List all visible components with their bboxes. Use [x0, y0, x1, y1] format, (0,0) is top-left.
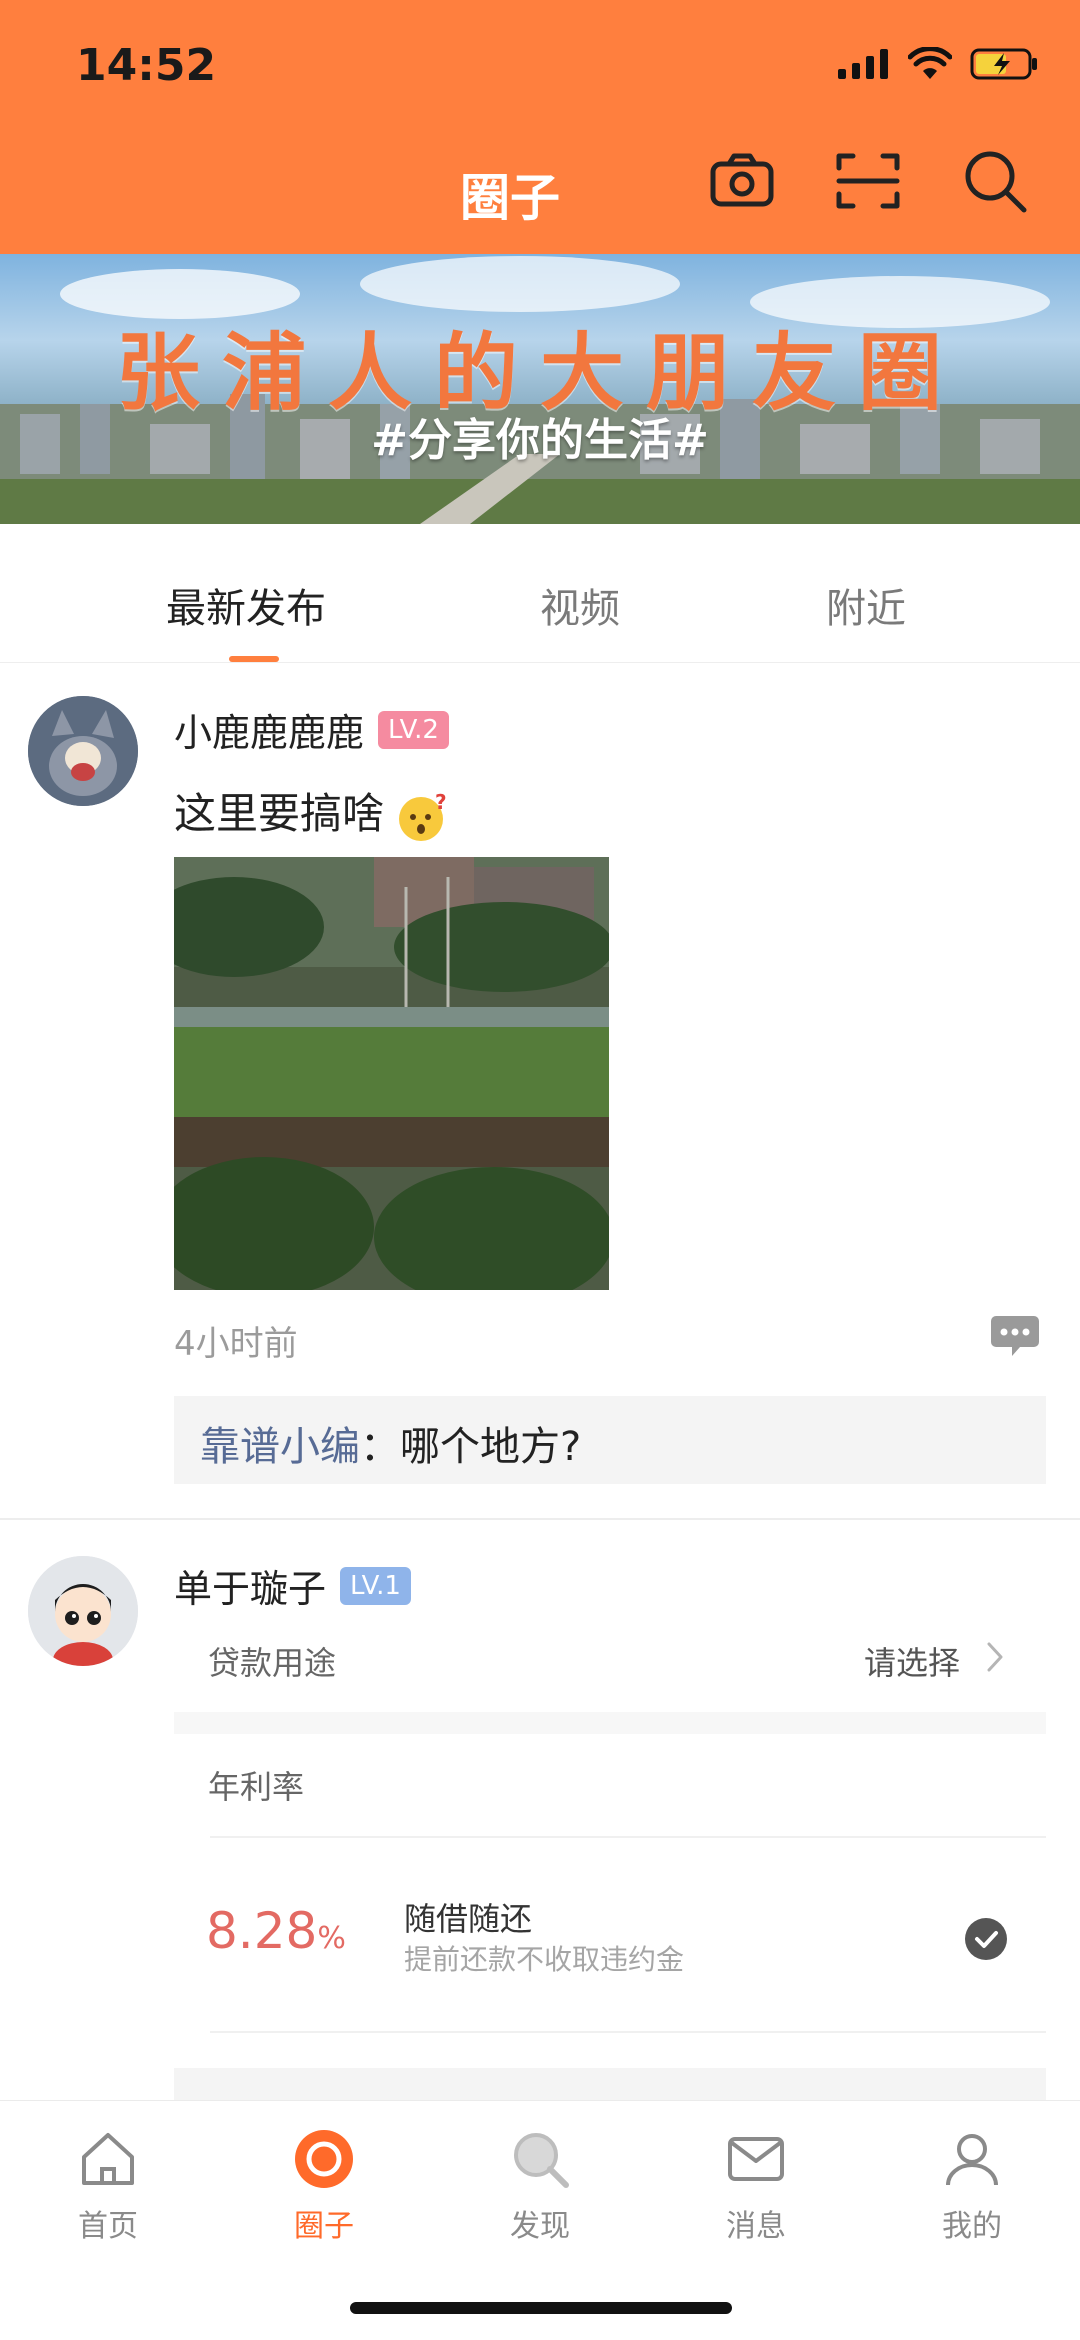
chevron-right-icon: [987, 1642, 1003, 1672]
cartoon-avatar-icon: [28, 1556, 138, 1666]
rate-number: 8.28: [206, 1902, 318, 1960]
wifi-icon: [908, 47, 952, 79]
nav-messages[interactable]: 消息: [648, 2117, 864, 2257]
nav-messages-label: 消息: [726, 2209, 786, 2244]
loan-purpose-select[interactable]: 请选择: [864, 1638, 960, 1684]
search-icon[interactable]: [960, 146, 1030, 216]
post-text-content: 这里要搞啥: [174, 789, 385, 838]
plan-title: 随借随还: [404, 1900, 533, 1938]
rate-value: 8.28%: [206, 1902, 346, 1960]
comment-box[interactable]: 靠谱小编： 哪个地方?: [174, 1396, 1046, 1484]
section-divider: [174, 1712, 1046, 1734]
status-time: 14:52: [76, 40, 217, 91]
camera-icon[interactable]: [707, 146, 777, 216]
post-time: 4小时前: [174, 1324, 298, 1364]
post-header: 小鹿鹿鹿鹿 LV.2: [174, 702, 449, 757]
signal-icon: [838, 49, 888, 79]
post-header: 单于璇子 LV.1: [174, 1558, 411, 1613]
username[interactable]: 单于璇子: [174, 1558, 326, 1613]
top-bar: 14:52 圈子: [0, 0, 1080, 254]
nav-profile[interactable]: 我的: [864, 2117, 1080, 2257]
tab-latest[interactable]: 最新发布: [166, 576, 326, 634]
loan-purpose-label: 贷款用途: [208, 1644, 337, 1682]
status-icons: [836, 44, 1040, 84]
comment-text: 哪个地方?: [400, 1424, 582, 1470]
divider: [210, 2031, 1046, 2033]
rate-label: 年利率: [208, 1768, 305, 1806]
battery-icon: [970, 48, 1037, 80]
tab-video[interactable]: 视频: [540, 576, 620, 634]
comment-separator: ：: [360, 1424, 400, 1470]
home-indicator: [350, 2302, 732, 2314]
rate-unit: %: [317, 1921, 346, 1956]
home-icon: [82, 2133, 134, 2185]
avatar[interactable]: [28, 696, 138, 806]
page-title: 圈子: [460, 169, 560, 227]
comment-author-name: 靠谱小编: [200, 1424, 360, 1470]
tab-bar: 最新发布 视频 附近: [0, 526, 1080, 663]
nav-discover[interactable]: 发现: [432, 2117, 648, 2257]
scan-icon[interactable]: [833, 146, 903, 216]
discover-icon: [514, 2133, 569, 2188]
nav-home[interactable]: 首页: [0, 2117, 216, 2257]
nav-discover-label: 发现: [510, 2209, 570, 2244]
plan-subtitle: 提前还款不收取违约金: [404, 1943, 685, 1976]
banner[interactable]: 张浦人的大朋友圈 #分享你的生活#: [0, 254, 1080, 524]
cat-avatar-icon: [28, 696, 138, 806]
comment-author[interactable]: 靠谱小编：: [200, 1414, 400, 1472]
divider: [0, 1518, 1080, 1520]
post-photo[interactable]: [174, 857, 609, 1290]
svg-text:?: ?: [435, 791, 447, 814]
level-badge: LV.1: [340, 1566, 411, 1605]
nav-circle[interactable]: 圈子: [216, 2117, 432, 2257]
tab-nearby[interactable]: 附近: [826, 576, 906, 634]
landscape-photo-image: [174, 857, 609, 1290]
username[interactable]: 小鹿鹿鹿鹿: [174, 702, 364, 757]
post-text: 这里要搞啥 ?: [174, 780, 449, 843]
banner-subtitle: #分享你的生活#: [371, 415, 709, 466]
avatar[interactable]: [28, 1556, 138, 1666]
nav-home-label: 首页: [78, 2209, 138, 2244]
nav-profile-label: 我的: [942, 2209, 1002, 2244]
nav-circle-label: 圈子: [294, 2209, 354, 2244]
level-badge: LV.2: [378, 710, 449, 749]
message-icon: [728, 2137, 784, 2181]
active-tab-indicator: [229, 656, 279, 662]
check-icon[interactable]: [965, 1918, 1007, 1960]
confused-emoji-icon: ?: [399, 790, 447, 841]
circle-icon: [295, 2130, 353, 2188]
profile-icon: [946, 2134, 998, 2186]
comment-icon[interactable]: [990, 1314, 1040, 1358]
divider: [210, 1836, 1046, 1838]
